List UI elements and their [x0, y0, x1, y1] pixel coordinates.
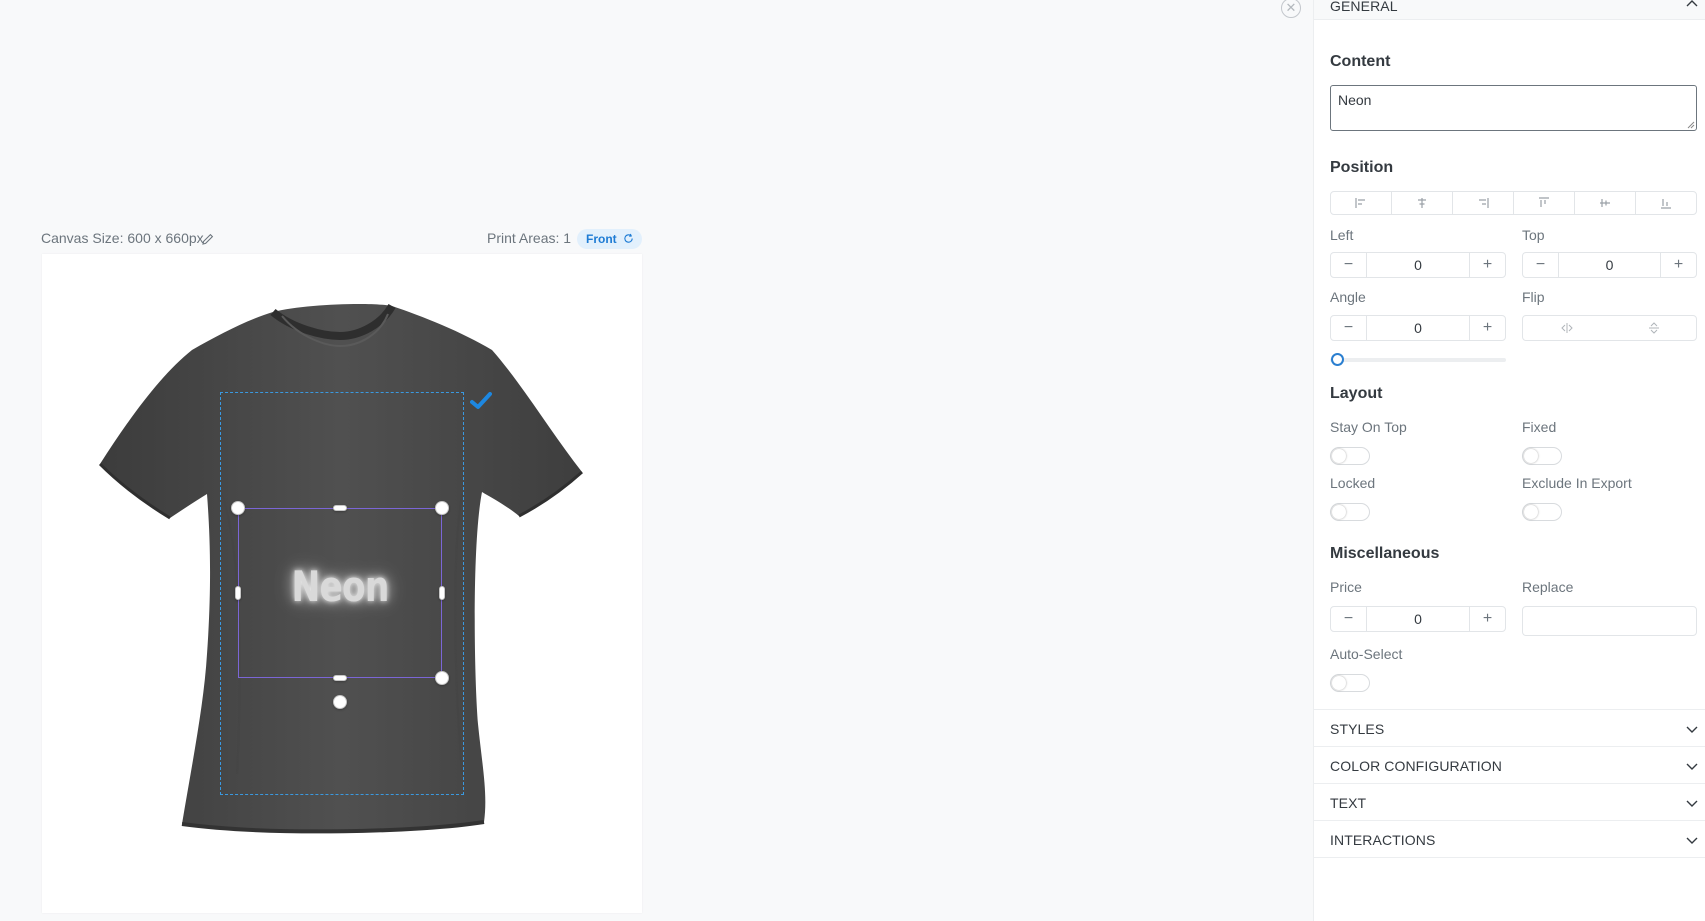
align-top-button[interactable] [1514, 192, 1575, 214]
resize-handle-bottom[interactable] [333, 675, 347, 681]
left-increment-button[interactable]: + [1469, 253, 1505, 277]
exclude-in-export-toggle[interactable] [1522, 503, 1562, 521]
flip-label: Flip [1522, 289, 1545, 305]
angle-slider-knob[interactable] [1331, 353, 1344, 366]
align-right-button[interactable] [1453, 192, 1514, 214]
section-styles-label: STYLES [1330, 721, 1385, 737]
locked-toggle[interactable] [1330, 503, 1370, 521]
top-stepper: − 0 + [1522, 252, 1697, 278]
fixed-toggle[interactable] [1522, 447, 1562, 465]
left-decrement-button[interactable]: − [1331, 253, 1367, 277]
align-middle-vertical-icon [1600, 199, 1610, 207]
alignment-button-group [1330, 191, 1697, 215]
auto-select-toggle[interactable] [1330, 674, 1370, 692]
print-areas-label: Print Areas: 1 [487, 230, 572, 246]
top-increment-button[interactable]: + [1660, 253, 1696, 277]
exclude-in-export-label: Exclude In Export [1522, 475, 1632, 491]
resize-handle-top-left[interactable] [231, 501, 245, 515]
position-title: Position [1330, 159, 1394, 176]
section-general-label: GENERAL [1330, 0, 1398, 14]
section-text-header[interactable]: TEXT [1314, 784, 1705, 821]
canvas-info-bar: Canvas Size: 600 x 660px Print Areas: 1 … [41, 229, 642, 249]
angle-label: Angle [1330, 289, 1366, 305]
fixed-label: Fixed [1522, 419, 1557, 435]
checkmark-icon[interactable] [470, 392, 492, 410]
angle-input[interactable]: 0 [1367, 320, 1469, 336]
angle-increment-button[interactable]: + [1469, 316, 1505, 340]
left-label: Left [1330, 227, 1354, 243]
layout-title: Layout [1330, 385, 1383, 402]
align-top-icon [1539, 197, 1549, 207]
price-stepper: − 0 + [1330, 606, 1506, 632]
pencil-icon[interactable] [201, 232, 215, 246]
selection-box[interactable] [238, 508, 442, 678]
top-input[interactable]: 0 [1559, 257, 1660, 273]
content-value: Neon [1338, 92, 1372, 108]
locked-label: Locked [1330, 475, 1376, 491]
rotate-handle[interactable] [333, 695, 347, 709]
design-canvas[interactable]: Neon [42, 254, 642, 913]
align-left-button[interactable] [1331, 192, 1392, 214]
stay-on-top-toggle[interactable] [1330, 447, 1370, 465]
flip-vertical-icon [1648, 322, 1659, 334]
left-stepper: − 0 + [1330, 252, 1506, 278]
section-color-configuration-header[interactable]: COLOR CONFIGURATION [1314, 747, 1705, 784]
flip-button-group [1522, 315, 1697, 341]
content-textarea[interactable]: Neon [1330, 85, 1697, 131]
chevron-down-icon [1686, 837, 1698, 844]
section-interactions-header[interactable]: INTERACTIONS [1314, 821, 1705, 858]
resize-handle-right[interactable] [439, 586, 445, 600]
section-color-configuration-label: COLOR CONFIGURATION [1330, 758, 1502, 774]
auto-select-label: Auto-Select [1330, 646, 1403, 662]
price-increment-button[interactable]: + [1469, 607, 1505, 631]
align-middle-vertical-button[interactable] [1575, 192, 1636, 214]
top-label: Top [1522, 227, 1545, 243]
flip-vertical-button[interactable] [1610, 316, 1697, 340]
price-decrement-button[interactable]: − [1331, 607, 1367, 631]
replace-label: Replace [1522, 579, 1574, 595]
price-input[interactable]: 0 [1367, 611, 1469, 627]
resize-grip-icon[interactable] [1687, 121, 1695, 129]
section-general-header[interactable]: GENERAL [1314, 0, 1705, 20]
properties-panel: GENERAL Content Neon Position Left Top −… [1313, 0, 1705, 921]
content-title: Content [1330, 53, 1391, 70]
resize-handle-left[interactable] [235, 586, 241, 600]
resize-handle-top[interactable] [333, 505, 347, 511]
align-right-icon [1479, 198, 1489, 208]
front-badge-label: Front [586, 232, 617, 246]
angle-stepper: − 0 + [1330, 315, 1506, 341]
angle-decrement-button[interactable]: − [1331, 316, 1367, 340]
close-icon[interactable]: ✕ [1281, 0, 1301, 18]
align-left-icon [1355, 198, 1365, 208]
chevron-up-icon [1686, 0, 1698, 7]
align-bottom-icon [1661, 199, 1671, 209]
chevron-down-icon [1686, 800, 1698, 807]
top-decrement-button[interactable]: − [1523, 253, 1559, 277]
section-styles-header[interactable]: STYLES [1314, 710, 1705, 747]
section-interactions-label: INTERACTIONS [1330, 832, 1436, 848]
miscellaneous-title: Miscellaneous [1330, 545, 1440, 562]
price-label: Price [1330, 579, 1362, 595]
canvas-size-label: Canvas Size: 600 x 660px [41, 230, 204, 246]
chevron-down-icon [1686, 726, 1698, 733]
refresh-icon [624, 233, 633, 243]
section-text-label: TEXT [1330, 795, 1367, 811]
stay-on-top-label: Stay On Top [1330, 419, 1407, 435]
left-input[interactable]: 0 [1367, 257, 1469, 273]
replace-input[interactable] [1522, 606, 1697, 636]
chevron-down-icon [1686, 763, 1698, 770]
flip-horizontal-button[interactable] [1523, 316, 1610, 340]
angle-slider-track[interactable] [1330, 358, 1506, 362]
align-center-horizontal-button[interactable] [1392, 192, 1453, 214]
resize-handle-bottom-right[interactable] [435, 671, 449, 685]
front-print-area-badge[interactable]: Front [577, 229, 642, 249]
align-bottom-button[interactable] [1636, 192, 1696, 214]
resize-handle-top-right[interactable] [435, 501, 449, 515]
flip-horizontal-icon [1560, 323, 1573, 333]
align-center-horizontal-icon [1418, 198, 1426, 208]
